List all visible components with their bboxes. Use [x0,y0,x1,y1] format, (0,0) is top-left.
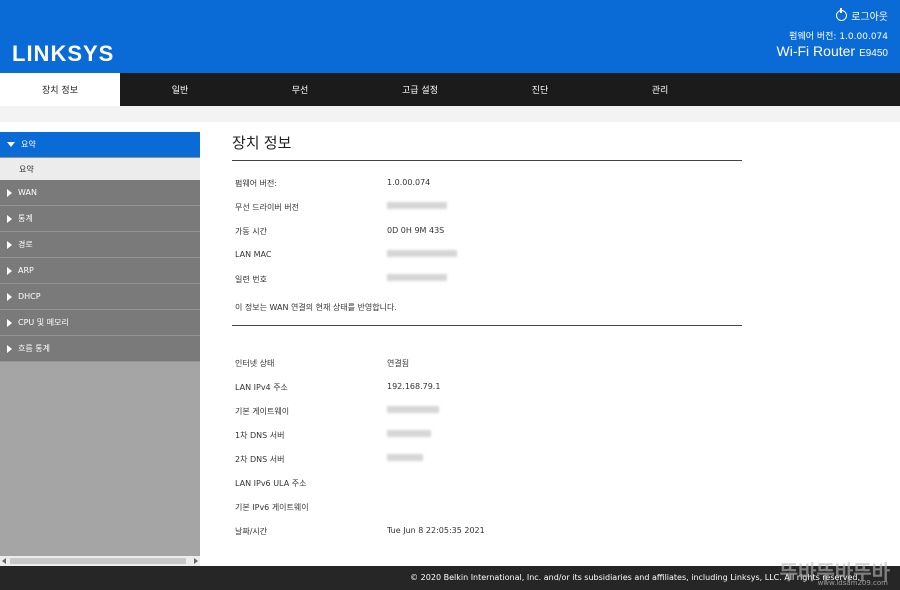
status-note: 이 정보는 WAN 연결의 현재 상태를 반영합니다. [232,302,742,326]
sidebar-item-label: WAN [18,188,37,197]
info-value: 192.168.79.1 [387,382,441,391]
tab-diagnostics[interactable]: 진단 [480,73,600,106]
redacted-value [387,406,439,415]
sidebar-item-stats[interactable]: 통계 [0,206,200,232]
sidebar-item-summary[interactable]: 요약 [0,132,200,158]
info-label: 일련 번호 [235,275,267,284]
firmware-version-header: 펌웨어 버전: 1.0.00.074 [789,32,888,42]
sidebar: 요약 요약 WAN 통계 경로 ARP DHCP CPU 및 메모리 흐름 통계 [0,132,200,566]
linksys-logo: LINKSYS [12,41,115,66]
horizontal-scrollbar[interactable] [0,556,200,566]
tab-management[interactable]: 관리 [600,73,720,106]
info-row: 날짜/시간 Tue Jun 8 22:05:35 2021 [232,518,742,542]
info-row: 2차 DNS 서버 [232,446,742,470]
info-label: LAN MAC [235,250,272,259]
info-label: LAN IPv6 ULA 주소 [235,479,307,488]
info-label: 무선 드라이버 버전 [235,203,299,212]
scrollbar-thumb[interactable] [10,558,186,564]
sidebar-item-label: CPU 및 메모리 [18,318,69,327]
info-row: 무선 드라이버 버전 [232,194,742,218]
main-nav: 장치 정보 일반 무선 고급 설정 진단 관리 [0,73,900,106]
sidebar-item-label: ARP [18,266,34,275]
info-row: LAN MAC [232,242,742,266]
page-title: 장치 정보 [232,132,742,161]
info-row: LAN IPv4 주소 192.168.79.1 [232,374,742,398]
tab-general[interactable]: 일반 [120,73,240,106]
tab-wireless[interactable]: 무선 [240,73,360,106]
power-icon [836,8,848,21]
subnav-stripe [0,106,900,122]
chevron-right-icon [7,344,12,353]
chevron-down-icon [7,142,15,147]
tab-device-info[interactable]: 장치 정보 [0,73,120,106]
tab-advanced[interactable]: 고급 설정 [360,73,480,106]
logout-button[interactable]: 로그아웃 [836,8,888,23]
info-label: 가동 시간 [235,227,267,236]
sidebar-item-route[interactable]: 경로 [0,232,200,258]
info-label: 기본 게이트웨이 [235,407,290,416]
info-row: 펌웨어 버전: 1.0.00.074 [232,170,742,194]
sidebar-item-flow-stats[interactable]: 흐름 통계 [0,336,200,362]
chevron-right-icon [7,240,12,249]
sidebar-subitem-summary[interactable]: 요약 [0,158,200,180]
sidebar-item-label: 요약 [21,140,36,149]
info-row: 가동 시간 0D 0H 9M 43S [232,218,742,242]
chevron-right-icon [7,292,12,301]
redacted-value [387,430,431,439]
info-row: 일련 번호 [232,266,742,290]
main-content: 장치 정보 펌웨어 버전: 1.0.00.074 무선 드라이버 버전 가동 시… [232,132,742,542]
info-label: 기본 IPv6 게이트웨이 [235,503,309,512]
sidebar-item-cpu-memory[interactable]: CPU 및 메모리 [0,310,200,336]
watermark-url: www.ldsam209.com [817,579,888,587]
chevron-right-icon [7,188,12,197]
info-row: 기본 게이트웨이 [232,398,742,422]
chevron-right-icon [7,318,12,327]
scroll-right-icon[interactable] [194,558,198,564]
info-row: 인터넷 상태 연결됨 [232,350,742,374]
sidebar-item-label: 통계 [18,214,33,223]
sidebar-item-label: DHCP [18,292,41,301]
footer: © 2020 Belkin International, Inc. and/or… [0,566,900,590]
info-value: 연결됨 [387,359,410,368]
info-label: 1차 DNS 서버 [235,431,285,440]
top-header: LINKSYS 로그아웃 펌웨어 버전: 1.0.00.074 Wi-Fi Ro… [0,0,900,73]
chevron-right-icon [7,266,12,275]
sidebar-item-label: 흐름 통계 [18,344,50,353]
chevron-right-icon [7,214,12,223]
info-value: 0D 0H 9M 43S [387,226,445,235]
scroll-left-icon[interactable] [2,558,6,564]
logout-label: 로그아웃 [851,12,888,23]
model-name: Wi-Fi Router [776,43,856,59]
info-value: Tue Jun 8 22:05:35 2021 [387,526,485,535]
info-label: 날짜/시간 [235,527,268,536]
model-code: E9450 [859,48,888,59]
sidebar-item-arp[interactable]: ARP [0,258,200,284]
info-row: 기본 IPv6 게이트웨이 [232,494,742,518]
sidebar-item-label: 경로 [18,240,33,249]
redacted-value [387,250,457,259]
info-label: LAN IPv4 주소 [235,383,288,392]
info-label: 펌웨어 버전: [235,179,278,188]
info-row: LAN IPv6 ULA 주소 [232,470,742,494]
info-label: 2차 DNS 서버 [235,455,285,464]
sidebar-item-dhcp[interactable]: DHCP [0,284,200,310]
info-value: 1.0.00.074 [387,178,431,187]
redacted-value [387,454,423,463]
router-model: Wi-Fi Router E9450 [777,43,888,59]
sidebar-item-wan[interactable]: WAN [0,180,200,206]
info-row: 1차 DNS 서버 [232,422,742,446]
redacted-value [387,202,447,211]
info-label: 인터넷 상태 [235,359,275,368]
redacted-value [387,274,447,283]
